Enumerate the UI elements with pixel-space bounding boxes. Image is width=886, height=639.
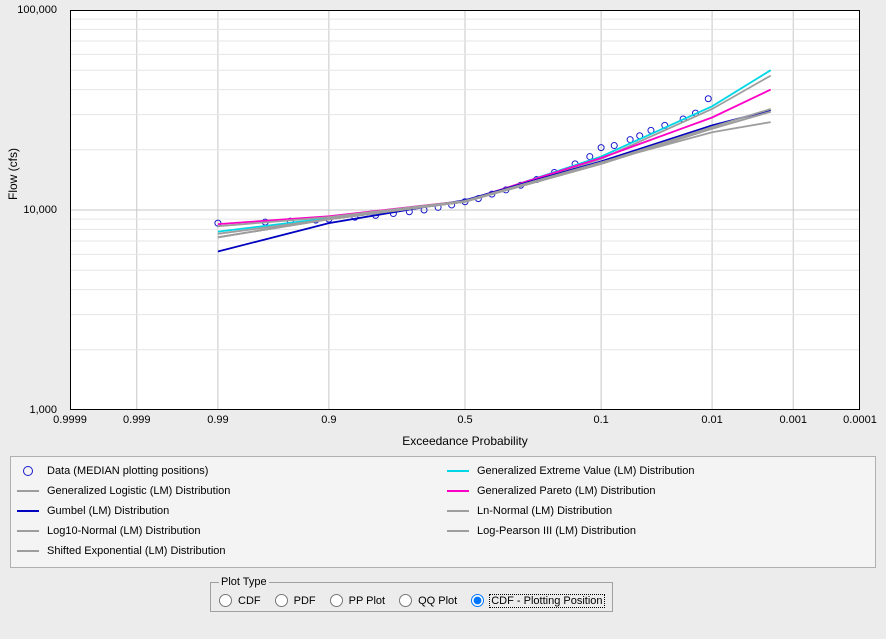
legend-item[interactable]: Data (MEDIAN plotting positions) [13, 461, 443, 481]
legend-item[interactable]: Generalized Extreme Value (LM) Distribut… [443, 461, 873, 481]
line-icon [447, 526, 469, 536]
radio-label: CDF [238, 595, 261, 607]
x-tick-label: 0.999 [123, 414, 151, 426]
radio-input[interactable] [330, 594, 343, 607]
legend-item[interactable]: Generalized Pareto (LM) Distribution [443, 481, 873, 501]
x-axis-ticks: 0.99990.9990.990.90.50.10.010.0010.0001 [70, 414, 860, 432]
x-tick-label: 0.5 [457, 414, 472, 426]
legend-label: Generalized Extreme Value (LM) Distribut… [477, 465, 694, 477]
radio-label: CDF - Plotting Position [490, 595, 603, 607]
x-tick-label: 0.99 [207, 414, 228, 426]
legend-label: Log10-Normal (LM) Distribution [47, 525, 200, 537]
legend-label: Log-Pearson III (LM) Distribution [477, 525, 636, 537]
legend-item[interactable]: Gumbel (LM) Distribution [13, 501, 443, 521]
x-tick-label: 0.0001 [843, 414, 877, 426]
line-icon [447, 486, 469, 496]
chart-area[interactable] [70, 10, 860, 410]
plot-type-legend: Plot Type [219, 576, 269, 588]
legend-label: Ln-Normal (LM) Distribution [477, 505, 612, 517]
legend-item[interactable]: Ln-Normal (LM) Distribution [443, 501, 873, 521]
plot-type-group: Plot Type CDF PDF PP Plot QQ Plot CDF - Plot… [210, 576, 613, 612]
y-tick-label: 10,000 [23, 204, 57, 216]
radio-label: PP Plot [349, 595, 386, 607]
radio-label: PDF [294, 595, 316, 607]
line-icon [17, 486, 39, 496]
marker-icon [17, 466, 39, 476]
plot-type-option[interactable]: PP Plot [330, 594, 386, 607]
legend-label: Gumbel (LM) Distribution [47, 505, 169, 517]
legend-item[interactable]: Shifted Exponential (LM) Distribution [13, 541, 443, 561]
x-tick-label: 0.1 [593, 414, 608, 426]
radio-input[interactable] [399, 594, 412, 607]
legend-label: Shifted Exponential (LM) Distribution [47, 545, 226, 557]
chart-svg [70, 10, 860, 410]
y-tick-label: 100,000 [17, 4, 57, 16]
legend-item[interactable]: Log10-Normal (LM) Distribution [13, 521, 443, 541]
legend-box: Data (MEDIAN plotting positions) Generali… [10, 456, 876, 568]
plot-type-option[interactable]: CDF [219, 594, 261, 607]
legend-label: Generalized Logistic (LM) Distribution [47, 485, 230, 497]
line-icon [447, 506, 469, 516]
legend-item[interactable]: Log-Pearson III (LM) Distribution [443, 521, 873, 541]
y-axis-ticks: 1,00010,000100,000 [0, 10, 65, 410]
line-icon [17, 526, 39, 536]
line-icon [17, 506, 39, 516]
plot-type-option[interactable]: QQ Plot [399, 594, 457, 607]
legend-label: Generalized Pareto (LM) Distribution [477, 485, 656, 497]
radio-input[interactable] [219, 594, 232, 607]
legend-items: Data (MEDIAN plotting positions) Generali… [13, 461, 873, 563]
x-tick-label: 0.9999 [53, 414, 87, 426]
legend-item[interactable]: Generalized Logistic (LM) Distribution [13, 481, 443, 501]
legend-label: Data (MEDIAN plotting positions) [47, 465, 208, 477]
radio-label: QQ Plot [418, 595, 457, 607]
radio-input[interactable] [471, 594, 484, 607]
x-axis-label: Exceedance Probability [70, 434, 860, 448]
plot-type-option[interactable]: PDF [275, 594, 316, 607]
plot-type-option[interactable]: CDF - Plotting Position [471, 594, 603, 607]
x-tick-label: 0.001 [779, 414, 807, 426]
x-tick-label: 0.9 [321, 414, 336, 426]
radio-input[interactable] [275, 594, 288, 607]
line-icon [17, 546, 39, 556]
line-icon [447, 466, 469, 476]
chart-window: Flow (cfs) 1,00010,000100,000 0.99990.99… [0, 0, 886, 639]
x-tick-label: 0.01 [701, 414, 722, 426]
